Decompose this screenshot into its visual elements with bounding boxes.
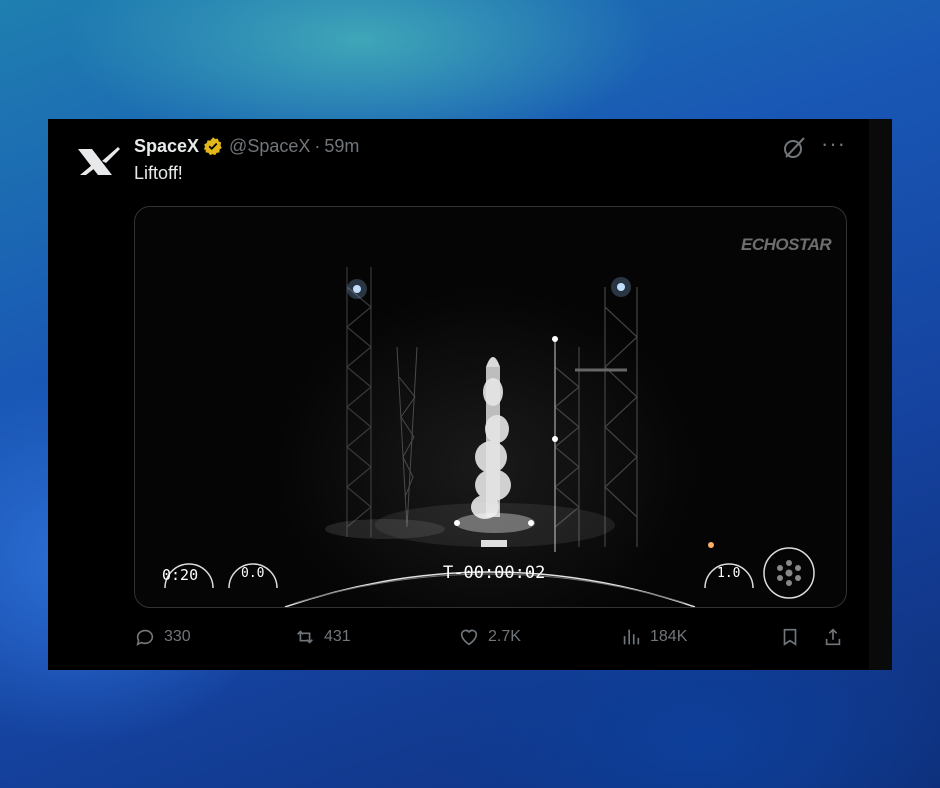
repost-icon — [297, 630, 313, 644]
like-button[interactable]: 2.7K — [458, 625, 521, 649]
launch-scene — [164, 267, 815, 607]
verified-badge-icon — [203, 137, 222, 156]
share-button[interactable] — [822, 625, 852, 649]
like-icon — [460, 629, 478, 646]
tweet-text: Liftoff! — [134, 163, 183, 183]
tweet-header: SpaceX @SpaceX · 59m — [134, 133, 359, 159]
views-button[interactable]: 184K — [620, 625, 687, 649]
grok-icon[interactable] — [781, 135, 807, 161]
author-name[interactable]: SpaceX — [134, 136, 199, 157]
reply-icon — [136, 629, 154, 646]
tweet-card[interactable]: SpaceX @SpaceX · 59m ··· Liftoff! ECHOST… — [48, 119, 869, 670]
like-count: 2.7K — [488, 628, 521, 645]
stage1-altitude-readout: 0.0 — [241, 566, 265, 581]
spacex-logo-icon[interactable] — [72, 141, 122, 183]
reply-count: 330 — [164, 628, 191, 645]
tweet-actions: 330 431 2.7K 184K — [134, 625, 847, 649]
stage1-speed-readout: 0:20 — [162, 566, 199, 584]
stage2-speed-readout: 1.0 — [717, 566, 741, 581]
repost-button[interactable]: 431 — [294, 625, 351, 649]
views-count: 184K — [650, 628, 688, 645]
author-handle[interactable]: @SpaceX — [229, 136, 310, 157]
more-icon[interactable]: ··· — [821, 133, 845, 157]
video-player[interactable]: ECHOSTAR 0:20 0.0 T-00:00:02 1.0 — [134, 206, 847, 608]
repost-count: 431 — [324, 628, 351, 645]
tweet-timestamp[interactable]: 59m — [324, 136, 359, 157]
echostar-watermark: ECHOSTAR — [741, 235, 832, 254]
views-icon — [623, 629, 640, 645]
reply-button[interactable]: 330 — [134, 625, 191, 649]
bookmark-icon — [783, 628, 797, 646]
countdown-clock: T-00:00:02 — [443, 563, 546, 583]
frame-edge — [868, 119, 892, 670]
header-separator: · — [314, 135, 321, 156]
share-icon — [825, 628, 841, 646]
bookmark-button[interactable] — [779, 625, 809, 649]
